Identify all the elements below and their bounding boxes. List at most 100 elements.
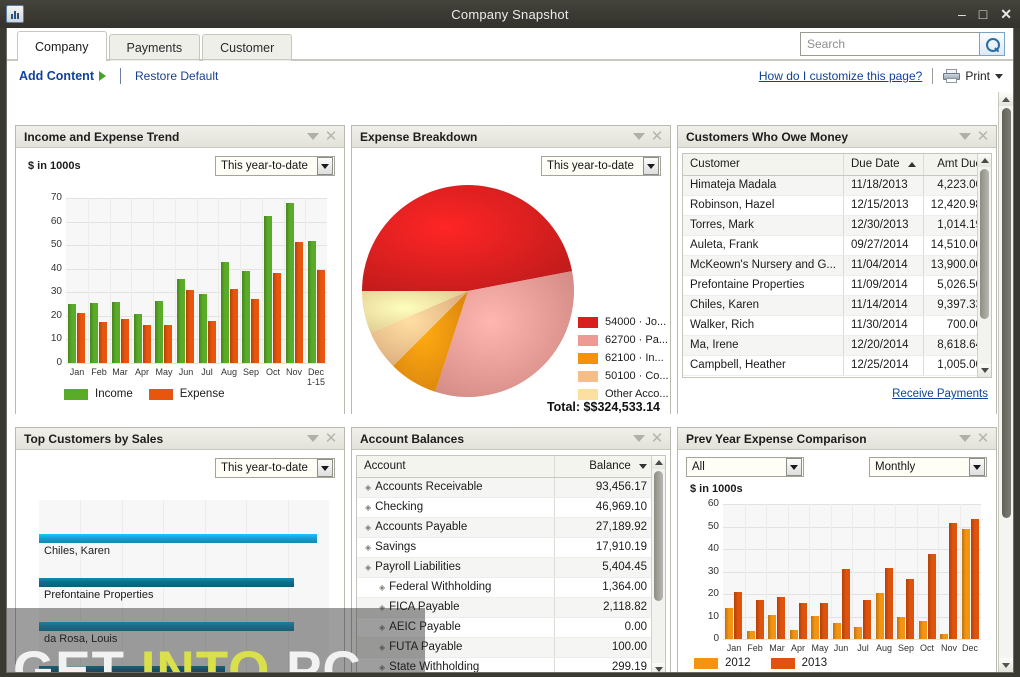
scroll-thumb[interactable] <box>980 169 989 319</box>
close-icon[interactable]: ✕ <box>1000 7 1012 21</box>
maximize-icon[interactable]: □ <box>979 7 987 21</box>
table-row[interactable]: Chiles, Karen 11/14/2014 9,397.33 <box>683 295 989 316</box>
table-row[interactable]: Ma, Irene 12/20/2014 8,618.64 <box>683 335 989 356</box>
print-button[interactable]: Print <box>943 69 1003 83</box>
bar <box>897 616 906 639</box>
cell-balance: 1,364.00 <box>553 577 654 598</box>
gridline <box>153 198 154 363</box>
col-customer[interactable]: Customer <box>683 154 844 176</box>
bar <box>207 321 216 363</box>
gridline <box>723 639 981 640</box>
panel-collapse-button[interactable] <box>956 128 974 146</box>
legend-swatch-income <box>64 388 88 400</box>
col-balance[interactable]: Balance <box>553 456 654 478</box>
panel-close-button[interactable]: ✕ <box>322 430 340 448</box>
col-due-date[interactable]: Due Date <box>843 154 924 176</box>
scroll-down-icon[interactable] <box>999 658 1013 672</box>
bar <box>186 289 195 363</box>
cell-due-date: 11/04/2014 <box>843 255 924 276</box>
table-row[interactable]: ◈ FICA Payable 2,118.82 <box>357 597 654 618</box>
scroll-up-icon[interactable] <box>999 92 1013 106</box>
sort-descending-icon <box>639 464 647 470</box>
table-row[interactable]: ◈ Federal Withholding 1,364.00 <box>357 577 654 598</box>
table-header-row: Account Balance <box>357 456 654 478</box>
panel-title: Prev Year Expense Comparison <box>686 431 867 446</box>
table-row[interactable]: Walker, Rich 11/30/2014 700.00 <box>683 315 989 336</box>
top-customers-period-select[interactable]: This year-to-date <box>215 458 335 478</box>
bar <box>242 270 251 363</box>
page-scrollbar[interactable] <box>998 92 1013 672</box>
table-row[interactable]: ◈ Payroll Liabilities 5,404.45 <box>357 557 654 578</box>
expense-period-select[interactable]: This year-to-date <box>541 156 661 176</box>
scroll-down-icon[interactable] <box>652 663 665 672</box>
search-input[interactable] <box>800 32 979 56</box>
y-tick-label: 10 <box>50 333 62 344</box>
panel-close-button[interactable]: ✕ <box>648 128 666 146</box>
scroll-down-icon[interactable] <box>978 364 991 377</box>
scroll-up-icon[interactable] <box>978 154 991 167</box>
table-row[interactable]: ◈ FUTA Payable 100.00 <box>357 637 654 658</box>
legend-swatch <box>578 352 598 364</box>
tab-company[interactable]: Company <box>17 31 107 61</box>
panel-collapse-button[interactable] <box>630 128 648 146</box>
panel-close-button[interactable]: ✕ <box>974 430 992 448</box>
col-account[interactable]: Account <box>357 456 554 478</box>
prev-year-filter-select[interactable]: All <box>686 457 804 477</box>
cell-due-date: 12/30/2013 <box>843 215 924 236</box>
table-row[interactable]: McKeown's Nursery and G... 11/04/2014 13,9… <box>683 255 989 276</box>
restore-default-button[interactable]: Restore Default <box>135 69 218 83</box>
tab-customer[interactable]: Customer <box>202 34 293 61</box>
table-row[interactable]: Robinson, Hazel 12/15/2013 12,420.98 <box>683 195 989 216</box>
bar <box>164 325 173 363</box>
cell-account: ◈ Accounts Receivable <box>357 477 554 498</box>
search-button[interactable] <box>979 32 1005 56</box>
customize-help-link[interactable]: How do I customize this page? <box>759 69 922 83</box>
table-row[interactable]: Auleta, Frank 09/27/2014 14,510.00 <box>683 235 989 256</box>
chevron-down-icon <box>633 435 645 442</box>
customers-owe-table: Customer Due Date Amt Due Himateja Madal… <box>683 154 989 376</box>
tab-payments[interactable]: Payments <box>108 34 201 61</box>
chevron-down-icon <box>307 133 319 140</box>
scroll-thumb[interactable] <box>1002 108 1011 518</box>
scroll-thumb[interactable] <box>654 471 663 601</box>
account-name: Savings <box>375 541 417 553</box>
panel-close-button[interactable]: ✕ <box>974 128 992 146</box>
bar <box>798 603 807 639</box>
legend-label: 62100 · In... <box>605 352 664 364</box>
add-content-button[interactable]: Add Content <box>19 69 106 83</box>
gridline <box>110 198 111 363</box>
scroll-up-icon[interactable] <box>652 456 665 469</box>
table-row[interactable]: Campbell, Heather 12/25/2014 1,005.00 <box>683 355 989 376</box>
expense-pie-legend: 54000 · Jo... 62700 · Pa... 62100 · In... 5… <box>578 313 669 403</box>
legend-item: 50100 · Co... <box>578 367 669 385</box>
customers-table-scrollbar[interactable] <box>977 154 991 377</box>
table-row[interactable]: Himateja Madala 11/18/2013 4,223.00 <box>683 175 989 196</box>
pie-slice[interactable] <box>362 185 573 291</box>
panel-collapse-button[interactable] <box>630 430 648 448</box>
table-row[interactable]: ◈ Savings 17,910.19 <box>357 537 654 558</box>
account-balances-scrollbar[interactable] <box>651 456 665 672</box>
minimize-icon[interactable]: – <box>958 7 966 21</box>
legend-label: 54000 · Jo... <box>605 316 667 328</box>
panel-close-button[interactable]: ✕ <box>648 430 666 448</box>
income-period-select[interactable]: This year-to-date <box>215 156 335 176</box>
col-label: Amt Due <box>937 158 982 171</box>
panel-collapse-button[interactable] <box>956 430 974 448</box>
table-row[interactable]: ◈ Checking 46,969.10 <box>357 497 654 518</box>
table-row[interactable]: ◈ Accounts Receivable 93,456.17 <box>357 477 654 498</box>
bar <box>832 622 841 639</box>
table-row[interactable]: ◈ Accounts Payable 27,189.92 <box>357 517 654 538</box>
panel-collapse-button[interactable] <box>304 128 322 146</box>
prev-year-interval-select[interactable]: Monthly <box>869 457 987 477</box>
table-row[interactable]: ◈ State Withholding 299.19 <box>357 657 654 672</box>
chevron-down-icon <box>317 459 333 477</box>
table-row[interactable]: Torres, Mark 12/30/2013 1,014.19 <box>683 215 989 236</box>
x-tick-label: Dec <box>961 643 978 653</box>
cell-account: ◈ FUTA Payable <box>357 637 554 658</box>
receive-payments-link[interactable]: Receive Payments <box>892 388 988 400</box>
table-row[interactable]: ◈ AEIC Payable 0.00 <box>357 617 654 638</box>
panel-close-button[interactable]: ✕ <box>322 128 340 146</box>
table-row[interactable]: Prefontaine Properties 11/09/2014 5,026.50 <box>683 275 989 296</box>
top-customers-period-value: This year-to-date <box>221 462 308 474</box>
panel-collapse-button[interactable] <box>304 430 322 448</box>
